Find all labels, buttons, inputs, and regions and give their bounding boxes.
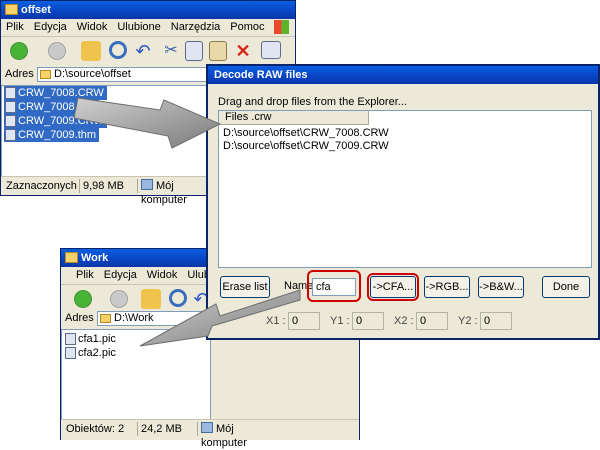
file-list[interactable]: CRW_7008.CRW CRW_7008.thm CRW_7009.CRW C… xyxy=(1,85,211,177)
files-list[interactable]: Files .crw D:\source\offset\CRW_7008.CRW… xyxy=(218,110,592,268)
menu-bar: Plik Edycja Widok Ulubione Narzędzia Pomoc xyxy=(1,19,295,37)
cut-icon[interactable]: ✂ xyxy=(161,41,181,61)
status-location: Mój komputer xyxy=(197,422,277,449)
my-computer-icon xyxy=(141,179,153,190)
dialog-titlebar[interactable]: Decode RAW files xyxy=(208,66,598,84)
dialog-instruction: Drag and drop files from the Explorer... xyxy=(218,96,407,108)
folder-icon xyxy=(100,314,111,323)
file-item[interactable]: cfa1.pic xyxy=(64,332,119,346)
explorer-title: Work xyxy=(81,252,109,264)
status-bar: Obiektów: 2 24,2 MB Mój komputer xyxy=(61,419,359,449)
menu-view[interactable]: Widok xyxy=(142,267,183,284)
my-computer-icon xyxy=(201,422,213,433)
menu-view[interactable]: Widok xyxy=(72,19,113,36)
x1-label: X1 : xyxy=(266,315,286,327)
search-icon[interactable] xyxy=(109,41,127,59)
y1-label: Y1 : xyxy=(330,315,350,327)
status-size: 24,2 MB xyxy=(137,422,195,436)
forward-icon[interactable] xyxy=(109,289,129,309)
list-column-header[interactable]: Files .crw xyxy=(219,111,369,125)
file-icon xyxy=(65,347,76,359)
file-item[interactable]: cfa2.pic xyxy=(64,346,119,360)
menu-edit[interactable]: Edycja xyxy=(29,19,72,36)
bw-button[interactable]: ->B&W... xyxy=(478,276,524,298)
forward-icon[interactable] xyxy=(47,41,67,61)
dialog-title: Decode RAW files xyxy=(214,69,308,81)
address-input[interactable]: D:\Work xyxy=(97,311,207,326)
address-label: Adres xyxy=(5,68,34,80)
menu-file[interactable]: Plik xyxy=(71,267,99,284)
file-icon xyxy=(5,129,16,141)
y1-input[interactable]: 0 xyxy=(352,312,384,330)
status-size: 9,98 MB xyxy=(79,179,135,193)
y2-input[interactable]: 0 xyxy=(480,312,512,330)
views-icon[interactable] xyxy=(261,41,281,59)
file-icon xyxy=(65,333,76,345)
toolbar: ↶ ✂ ✕ xyxy=(1,37,295,66)
done-button[interactable]: Done xyxy=(542,276,590,298)
back-icon[interactable] xyxy=(73,289,93,309)
file-item[interactable]: CRW_7009.CRW xyxy=(4,114,107,128)
rgb-button[interactable]: ->RGB... xyxy=(424,276,470,298)
address-value: D:\source\offset xyxy=(54,68,131,80)
x2-input[interactable]: 0 xyxy=(416,312,448,330)
file-item[interactable]: CRW_7008.CRW xyxy=(4,86,107,100)
undo-icon[interactable]: ↶ xyxy=(133,41,153,61)
windows-logo-icon xyxy=(274,20,289,34)
y2-label: Y2 : xyxy=(458,315,478,327)
list-item[interactable]: D:\source\offset\CRW_7008.CRW xyxy=(223,127,389,140)
erase-list-button[interactable]: Erase list xyxy=(220,276,270,298)
back-icon[interactable] xyxy=(9,41,29,61)
name-input-highlight xyxy=(307,270,361,302)
explorer-title: offset xyxy=(21,4,51,16)
address-value: D:\Work xyxy=(114,312,154,324)
x1-input[interactable]: 0 xyxy=(288,312,320,330)
cfa-button[interactable]: ->CFA... xyxy=(367,273,419,301)
file-item[interactable]: CRW_7008.thm xyxy=(4,100,100,114)
list-item[interactable]: D:\source\offset\CRW_7009.CRW xyxy=(223,140,389,153)
status-count: Obiektów: 2 xyxy=(66,423,125,435)
explorer-titlebar[interactable]: offset xyxy=(1,1,295,19)
folder-icon xyxy=(40,70,51,79)
file-icon xyxy=(5,87,16,99)
file-icon xyxy=(5,101,16,113)
decode-raw-dialog: Decode RAW files Drag and drop files fro… xyxy=(206,64,600,340)
status-location: Mój komputer xyxy=(137,179,211,206)
folder-icon xyxy=(65,252,78,263)
paste-icon[interactable] xyxy=(209,41,227,61)
menu-favorites[interactable]: Ulubione xyxy=(112,19,165,36)
delete-icon[interactable]: ✕ xyxy=(233,41,253,61)
file-icon xyxy=(5,115,16,127)
list-header-label: Files .crw xyxy=(225,111,272,123)
file-item[interactable]: CRW_7009.thm xyxy=(4,128,100,142)
copy-icon[interactable] xyxy=(185,41,203,61)
address-label: Adres xyxy=(65,312,94,324)
menu-tools[interactable]: Narzędzia xyxy=(166,19,226,36)
search-icon[interactable] xyxy=(169,289,187,307)
status-selected: Zaznaczonych obiektów: 4 xyxy=(6,180,77,192)
menu-edit[interactable]: Edycja xyxy=(99,267,142,284)
up-folder-icon[interactable] xyxy=(81,41,101,61)
menu-file[interactable]: Plik xyxy=(1,19,29,36)
x2-label: X2 : xyxy=(394,315,414,327)
up-folder-icon[interactable] xyxy=(141,289,161,309)
folder-icon xyxy=(5,4,18,15)
menu-help[interactable]: Pomoc xyxy=(225,19,269,36)
file-list[interactable]: cfa1.pic cfa2.pic xyxy=(61,329,211,421)
